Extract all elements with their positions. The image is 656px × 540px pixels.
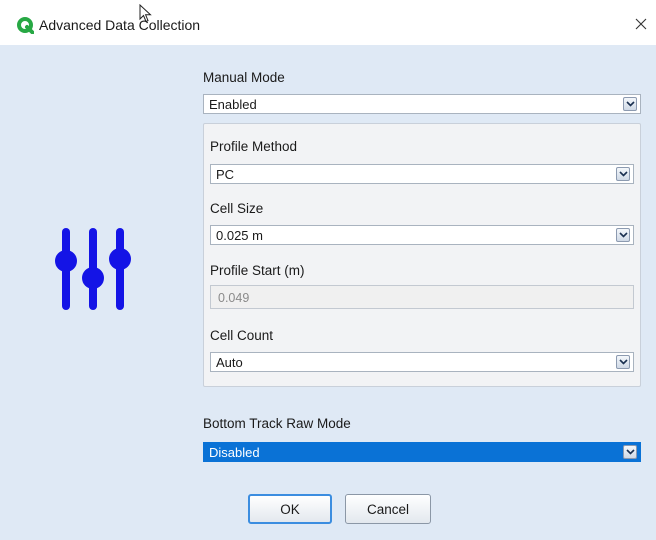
- chevron-down-icon[interactable]: [616, 228, 630, 242]
- profile-method-value: PC: [216, 167, 235, 182]
- profile-start-label: Profile Start (m): [210, 263, 305, 278]
- close-icon[interactable]: [635, 18, 647, 33]
- ok-button[interactable]: OK: [248, 494, 332, 524]
- window-title: Advanced Data Collection: [39, 17, 201, 33]
- bottom-track-raw-mode-select[interactable]: Disabled: [203, 442, 641, 462]
- q-logo-icon: [17, 17, 35, 35]
- cell-size-select[interactable]: 0.025 m: [210, 225, 634, 245]
- cancel-button[interactable]: Cancel: [345, 494, 431, 524]
- profile-method-label: Profile Method: [210, 139, 298, 154]
- profile-start-value: 0.049: [218, 291, 250, 305]
- chevron-down-icon[interactable]: [616, 167, 630, 181]
- bottom-track-raw-mode-value: Disabled: [209, 445, 260, 460]
- advanced-data-collection-dialog: Advanced Data Collection Manual Mode Ena…: [0, 0, 656, 540]
- manual-mode-label: Manual Mode: [203, 70, 285, 85]
- profile-method-select[interactable]: PC: [210, 164, 634, 184]
- cell-size-label: Cell Size: [210, 201, 264, 216]
- chevron-down-icon[interactable]: [623, 97, 637, 111]
- cell-count-select[interactable]: Auto: [210, 352, 634, 372]
- bottom-track-raw-mode-label: Bottom Track Raw Mode: [203, 416, 351, 431]
- sliders-icon: [55, 228, 135, 310]
- cell-count-label: Cell Count: [210, 328, 274, 343]
- profile-start-field[interactable]: 0.049: [210, 285, 634, 309]
- profile-settings-group: [203, 123, 641, 387]
- close-button[interactable]: [628, 10, 654, 40]
- manual-mode-value: Enabled: [209, 97, 257, 112]
- title-bar[interactable]: Advanced Data Collection: [0, 0, 656, 45]
- chevron-down-icon[interactable]: [623, 445, 637, 459]
- manual-mode-select[interactable]: Enabled: [203, 94, 641, 114]
- cell-count-value: Auto: [216, 355, 243, 370]
- mouse-pointer-icon: [139, 3, 153, 24]
- chevron-down-icon[interactable]: [616, 355, 630, 369]
- cell-size-value: 0.025 m: [216, 228, 263, 243]
